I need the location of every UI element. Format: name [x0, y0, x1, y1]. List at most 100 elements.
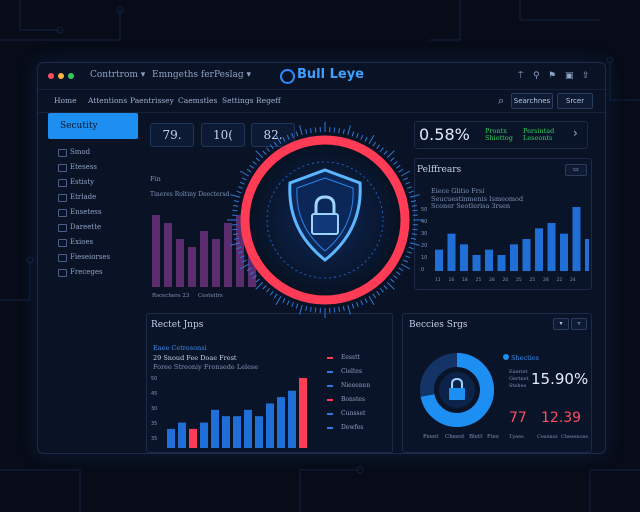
nav-caemstles[interactable]: Caemstles	[178, 96, 217, 105]
radial-tick	[393, 161, 398, 166]
radial-tick	[291, 301, 294, 308]
left-chart-bar	[188, 247, 196, 287]
logo-icon	[280, 69, 295, 84]
metric-caption-a: Tyees	[509, 434, 524, 440]
bottom-right-title: Beccies Srgs	[409, 320, 468, 330]
stat-box-a[interactable]: 79.	[150, 123, 194, 147]
radial-tick	[386, 281, 395, 290]
menu-contrtrom[interactable]: Contrtrom ▾	[90, 70, 145, 80]
radial-tick	[406, 251, 413, 254]
left-chart-bar	[152, 215, 160, 287]
right-chart-x-label: 25	[476, 277, 482, 283]
radial-tick	[269, 144, 274, 150]
radial-tick	[255, 278, 260, 283]
radial-tick	[266, 288, 271, 293]
radial-tick	[286, 300, 290, 306]
bottom-left-subtitle: Eaee Cetresonsi	[153, 344, 207, 352]
right-chart-x-label: 28	[543, 277, 549, 283]
radial-tick	[299, 304, 303, 315]
right-chart-panel: Pelffrears ▭ Eiece Glitio Frsi Seucuesti…	[414, 158, 592, 290]
radial-tick	[246, 168, 252, 173]
bottom-chart-bar	[288, 390, 296, 448]
bell-icon[interactable]: ⍑	[518, 71, 523, 81]
nav-home[interactable]: Home	[54, 96, 77, 105]
radial-tick	[342, 128, 345, 135]
radial-tick	[273, 141, 278, 147]
donut-label-b: Cheest	[445, 434, 465, 440]
legend-swatch	[327, 398, 333, 401]
chevron-down-icon[interactable]: ▾	[553, 318, 569, 330]
right-chart-bar	[497, 255, 506, 271]
flag-icon[interactable]: ⚑	[548, 71, 556, 81]
radial-tick	[252, 161, 257, 166]
window-icon[interactable]: ▣	[565, 71, 574, 81]
sidebar-item[interactable]: Etrlade	[58, 193, 96, 202]
bottom-chart-bar	[211, 409, 219, 448]
expand-icon[interactable]: ▿	[571, 318, 587, 330]
sidebar-item-security[interactable]: Secutity	[48, 113, 138, 139]
right-chart-menu-button[interactable]: ▭	[565, 164, 587, 176]
nav-attentions[interactable]: Attentions	[88, 96, 127, 105]
maximize-window-dot[interactable]	[68, 73, 74, 79]
donut-label-d: Fies	[487, 434, 499, 440]
radial-tick	[299, 125, 303, 136]
sidebar-item[interactable]: Dareette	[58, 223, 101, 232]
summary-card[interactable]: 0.58% Prontx Shiettog Persintad Leseonts…	[414, 121, 588, 149]
lock-body	[449, 388, 465, 400]
metric-caption-c: Chesenoss	[561, 434, 588, 440]
radial-tick	[233, 204, 239, 207]
sidebar-item[interactable]: Smod	[58, 148, 90, 157]
user-icon[interactable]: ⚲	[533, 71, 540, 81]
right-chart-bar	[572, 207, 581, 271]
radial-tick	[390, 278, 395, 283]
sidebar-item[interactable]: Freceges	[58, 268, 103, 277]
menu-peslag[interactable]: Peslag ▾	[214, 70, 251, 80]
radial-tick	[376, 144, 381, 150]
bottom-chart-y-label: 35	[151, 436, 157, 442]
sidebar-item[interactable]: Ensetess	[58, 208, 102, 217]
sidebar-item[interactable]: Etesess	[58, 163, 97, 172]
radial-tick	[286, 134, 290, 140]
right-chart-x-label: 24	[570, 277, 576, 283]
radial-tick	[305, 128, 308, 135]
bottom-chart-y-label: 35	[151, 421, 157, 427]
bottom-chart-bar	[233, 416, 241, 448]
radial-tick	[395, 164, 401, 169]
radial-tick	[241, 259, 247, 263]
search-button[interactable]: Searchnes	[511, 93, 553, 109]
sidebar-item[interactable]: Fieseiorses	[58, 253, 110, 262]
legend-swatch	[327, 370, 333, 373]
radial-tick	[255, 150, 264, 159]
share-icon[interactable]: ⇪	[582, 71, 590, 81]
radial-tick	[282, 136, 286, 142]
radial-tick	[275, 295, 282, 306]
legend-item: Nieeenen	[327, 382, 370, 389]
legend-label: Eesstt	[341, 354, 360, 361]
radial-tick	[255, 157, 260, 162]
radial-tick	[364, 136, 368, 142]
nav-settings[interactable]: Settings	[222, 96, 253, 105]
right-chart-bar	[522, 239, 531, 271]
sidebar-item[interactable]: Exioes	[58, 238, 93, 247]
nav-regeff[interactable]: Regeff	[256, 96, 281, 105]
left-chart-bar	[176, 239, 184, 287]
bottom-legend: Eesstt Cieltes Nieeenen Bonstes Cunsset Dewfe…	[327, 354, 387, 444]
radial-tick	[398, 267, 404, 272]
secondary-button[interactable]: Srcer	[557, 93, 593, 109]
sidebar-item[interactable]: Estisty	[58, 178, 94, 187]
radial-tick	[241, 177, 247, 181]
chevron-right-icon[interactable]: ›	[573, 126, 578, 140]
close-window-dot[interactable]	[48, 73, 54, 79]
menu-emngeths[interactable]: Emngeths fer	[152, 70, 214, 80]
legend-swatch	[327, 384, 333, 387]
radial-tick	[356, 132, 359, 139]
radial-tick	[291, 132, 294, 139]
radial-tick	[372, 293, 377, 299]
nav-paentrissey[interactable]: Paentrissey	[130, 96, 174, 105]
radial-tick	[393, 274, 398, 279]
summary-green-a: Prontx Shiettog	[485, 127, 513, 142]
search-icon[interactable]: ⌕	[498, 94, 504, 108]
radial-tick	[400, 170, 411, 177]
bottom-chart-bar	[255, 416, 263, 448]
minimize-window-dot[interactable]	[58, 73, 64, 79]
